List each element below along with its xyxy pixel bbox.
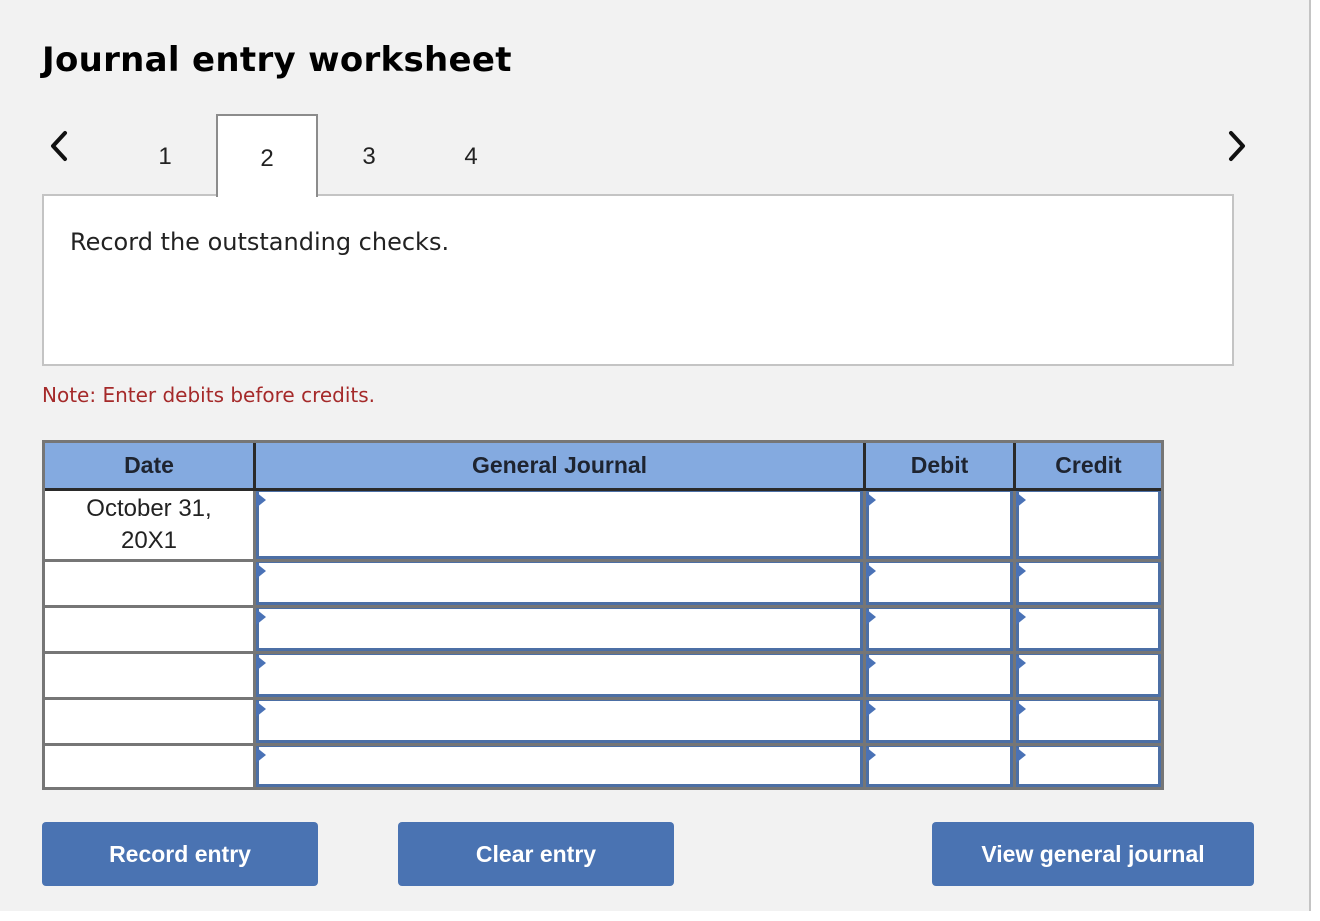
dropdown-marker-icon [1016,655,1026,671]
next-entry-button[interactable] [1222,126,1252,166]
column-header-credit: Credit [1013,443,1161,491]
chevron-right-icon [1229,131,1245,161]
dropdown-marker-icon [1016,609,1026,625]
tab-3[interactable]: 3 [318,114,420,196]
credit-input[interactable] [1013,651,1161,697]
note-text: Note: Enter debits before credits. [42,383,376,407]
credit-input[interactable] [1013,697,1161,743]
general-journal-input[interactable] [253,697,863,743]
column-header-date: Date [45,443,253,491]
tab-4[interactable]: 4 [420,114,522,196]
input-value [1016,491,1161,559]
column-header-debit: Debit [863,443,1013,491]
dropdown-marker-icon [1016,701,1026,717]
general-journal-input[interactable] [253,559,863,605]
journal-row [45,559,1161,605]
input-value [256,562,863,605]
dropdown-marker-icon [256,701,266,717]
question-panel: Record the outstanding checks. [42,194,1234,366]
input-value [1016,608,1161,651]
input-value [256,608,863,651]
date-cell [45,697,253,743]
column-header-general-journal: General Journal [253,443,863,491]
input-value [866,700,1013,743]
input-value [256,700,863,743]
dropdown-marker-icon [1016,492,1026,508]
dropdown-marker-icon [1016,563,1026,579]
credit-input[interactable] [1013,605,1161,651]
journal-row [45,605,1161,651]
input-value [256,491,863,559]
date-text: October 31, 20X1 [86,493,211,557]
dropdown-marker-icon [256,563,266,579]
date-line-1: October 31, [86,495,212,522]
dropdown-marker-icon [866,655,876,671]
debit-input[interactable] [863,697,1013,743]
worksheet-page: Journal entry worksheet 1 2 3 4 Record t… [0,0,1311,911]
date-cell [45,651,253,697]
tab-label: 3 [362,143,376,170]
dropdown-marker-icon [866,701,876,717]
debit-input[interactable] [863,559,1013,605]
date-cell: October 31, 20X1 [45,491,253,559]
input-value [866,491,1013,559]
dropdown-marker-icon [256,655,266,671]
tab-label: 1 [158,143,172,170]
input-value [256,654,863,697]
input-value [1016,746,1161,787]
credit-input[interactable] [1013,743,1161,787]
dropdown-marker-icon [866,563,876,579]
general-journal-input[interactable] [253,605,863,651]
tab-2[interactable]: 2 [216,114,318,197]
chevron-left-icon [51,131,67,161]
journal-row [45,697,1161,743]
input-value [866,608,1013,651]
input-value [866,654,1013,697]
dropdown-marker-icon [866,492,876,508]
dropdown-marker-icon [1016,747,1026,763]
date-cell [45,743,253,787]
general-journal-input[interactable] [253,491,863,559]
credit-input[interactable] [1013,559,1161,605]
page-title: Journal entry worksheet [42,40,512,80]
journal-table: Date General Journal Debit Credit Octobe… [42,440,1164,790]
input-value [866,746,1013,787]
tab-label: 4 [464,143,478,170]
journal-row: October 31, 20X1 [45,491,1161,559]
date-line-2: 20X1 [120,527,178,554]
debit-input[interactable] [863,651,1013,697]
dropdown-marker-icon [256,747,266,763]
tab-1[interactable]: 1 [114,114,216,196]
clear-entry-button[interactable]: Clear entry [398,822,674,886]
dropdown-marker-icon [866,747,876,763]
credit-input[interactable] [1013,491,1161,559]
debit-input[interactable] [863,743,1013,787]
dropdown-marker-icon [866,609,876,625]
input-value [1016,700,1161,743]
general-journal-input[interactable] [253,651,863,697]
debit-input[interactable] [863,605,1013,651]
journal-row [45,743,1161,787]
prev-entry-button[interactable] [44,126,74,166]
question-text: Record the outstanding checks. [70,228,450,256]
general-journal-input[interactable] [253,743,863,787]
input-value [1016,562,1161,605]
record-entry-button[interactable]: Record entry [42,822,318,886]
input-value [256,746,863,787]
dropdown-marker-icon [256,609,266,625]
journal-row [45,651,1161,697]
date-cell [45,605,253,651]
view-general-journal-button[interactable]: View general journal [932,822,1254,886]
input-value [1016,654,1161,697]
date-cell [45,559,253,605]
debit-input[interactable] [863,491,1013,559]
input-value [866,562,1013,605]
tab-label: 2 [260,144,274,172]
dropdown-marker-icon [256,492,266,508]
